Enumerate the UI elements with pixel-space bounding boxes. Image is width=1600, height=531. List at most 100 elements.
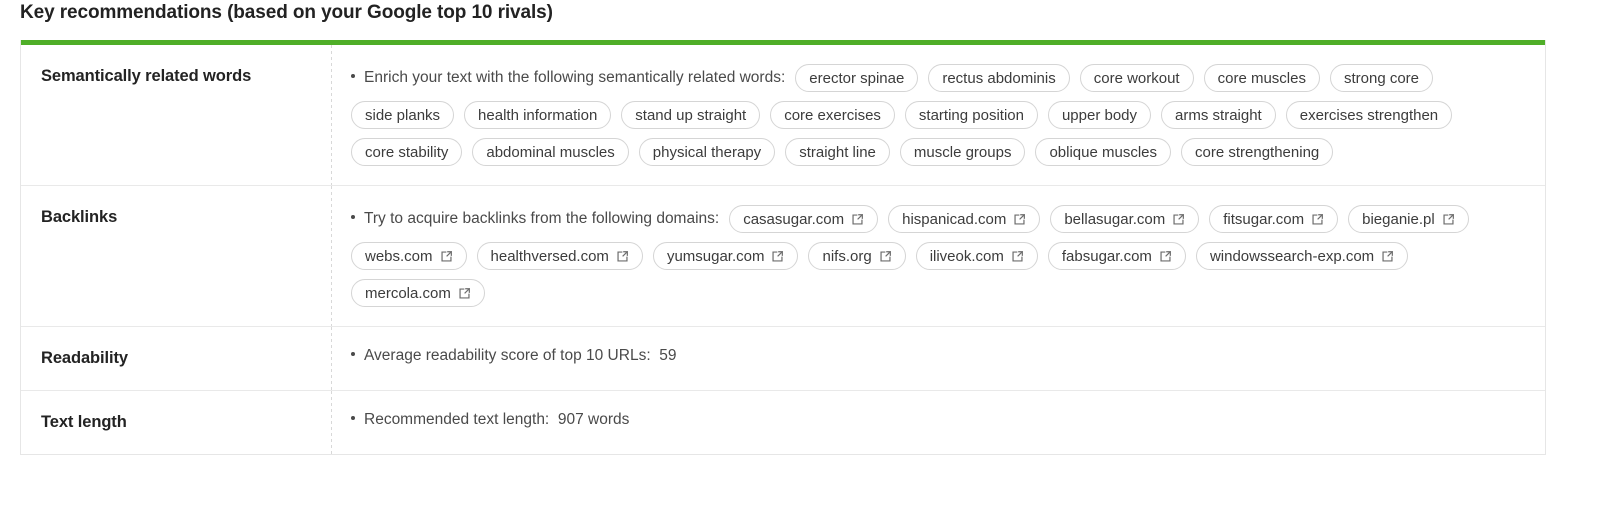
pill-label: nifs.org (822, 247, 872, 265)
domain-pill[interactable]: yumsugar.com (652, 242, 799, 270)
domain-pill[interactable]: mercola.com (351, 279, 485, 307)
row-content: Average readability score of top 10 URLs… (332, 327, 1545, 390)
row-label: Semantically related words (21, 45, 332, 185)
pill-label: healthversed.com (490, 247, 609, 265)
external-link-icon (616, 250, 629, 263)
table-row: Text length Recommended text length: 907 … (21, 391, 1545, 454)
recommendations-panel: Key recommendations (based on your Googl… (0, 0, 1600, 531)
pill-label: hispanicad.com (902, 210, 1007, 228)
keyword-pill[interactable]: core muscles (1203, 64, 1320, 92)
external-link-icon (1159, 250, 1172, 263)
pill-label: fitsugar.com (1223, 210, 1305, 228)
keyword-pill[interactable]: oblique muscles (1035, 138, 1172, 166)
keyword-pill[interactable]: core workout (1079, 64, 1194, 92)
keyword-pill[interactable]: erector spinae (795, 64, 919, 92)
domain-pill[interactable]: webs.com (351, 242, 467, 270)
keyword-pill[interactable]: side planks (351, 101, 455, 129)
domain-pill[interactable]: iliveok.com (915, 242, 1038, 270)
row-content: Recommended text length: 907 words (332, 391, 1545, 454)
external-link-icon (1381, 250, 1394, 263)
recommendation-label: Enrich your text with the following sema… (364, 68, 786, 86)
bullet-icon (351, 214, 355, 219)
keyword-pill[interactable]: stand up straight (621, 101, 761, 129)
pill-label: physical therapy (652, 143, 762, 161)
pill-label: core strengthening (1195, 143, 1320, 161)
pill-label: erector spinae (809, 69, 905, 87)
external-link-icon (771, 250, 784, 263)
keyword-pill[interactable]: strong core (1329, 64, 1434, 92)
pill-label: health information (478, 106, 598, 124)
keyword-pill[interactable]: core exercises (770, 101, 895, 129)
domain-pill[interactable]: hispanicad.com (888, 205, 1041, 233)
table-row: Backlinks Try to acquire backlinks from t… (21, 186, 1545, 327)
external-link-icon (1013, 213, 1026, 226)
domain-pill[interactable]: casasugar.com (729, 205, 879, 233)
pill-label: rectus abdominis (942, 69, 1056, 87)
page-title: Key recommendations (based on your Googl… (20, 2, 553, 23)
domain-pill[interactable]: windowssearch-exp.com (1195, 242, 1409, 270)
row-label: Text length (21, 391, 332, 454)
recommendation-label: Recommended text length: 907 words (364, 411, 630, 428)
pill-label: webs.com (365, 247, 433, 265)
pill-label: oblique muscles (1049, 143, 1158, 161)
keyword-pill[interactable]: arms straight (1161, 101, 1276, 129)
recommendation-text: Recommended text length: 907 words (351, 410, 629, 431)
pill-label: side planks (365, 106, 441, 124)
keyword-pill[interactable]: rectus abdominis (928, 64, 1070, 92)
pill-label: core workout (1093, 69, 1180, 87)
external-link-icon (879, 250, 892, 263)
pill-label: bieganie.pl (1362, 210, 1435, 228)
pill-label: muscle groups (913, 143, 1012, 161)
keyword-pill[interactable]: exercises strengthen (1285, 101, 1453, 129)
pill-label: windowssearch-exp.com (1209, 247, 1375, 265)
pill-label: strong core (1343, 69, 1420, 87)
recommendations-table: Semantically related words Enrich your te… (20, 40, 1546, 455)
pill-label: fabsugar.com (1061, 247, 1152, 265)
pill-label: starting position (918, 106, 1024, 124)
keyword-pill[interactable]: core strengthening (1181, 138, 1334, 166)
pill-label: yumsugar.com (666, 247, 765, 265)
external-link-icon (1442, 213, 1455, 226)
external-link-icon (440, 250, 453, 263)
domain-pill[interactable]: healthversed.com (476, 242, 643, 270)
pill-label: abdominal muscles (486, 143, 615, 161)
pill-label: stand up straight (635, 106, 747, 124)
keyword-pill[interactable]: upper body (1047, 101, 1152, 129)
bullet-icon (351, 73, 355, 78)
row-label: Readability (21, 327, 332, 390)
table-row: Readability Average readability score of … (21, 327, 1545, 391)
keyword-pill[interactable]: abdominal muscles (472, 138, 629, 166)
pill-label: mercola.com (365, 284, 451, 302)
domain-pill[interactable]: bieganie.pl (1348, 205, 1469, 233)
row-content: Enrich your text with the following sema… (332, 45, 1545, 185)
domain-pill[interactable]: fabsugar.com (1047, 242, 1186, 270)
pill-label: bellasugar.com (1064, 210, 1166, 228)
row-content: Try to acquire backlinks from the follow… (332, 186, 1545, 326)
keyword-pill[interactable]: starting position (904, 101, 1038, 129)
recommendation-label: Try to acquire backlinks from the follow… (364, 209, 720, 227)
external-link-icon (851, 213, 864, 226)
keyword-pill[interactable]: muscle groups (899, 138, 1026, 166)
table-row: Semantically related words Enrich your te… (21, 45, 1545, 186)
pill-label: core stability (365, 143, 449, 161)
pill-label: straight line (799, 143, 876, 161)
external-link-icon (1172, 213, 1185, 226)
pill-label: core exercises (784, 106, 881, 124)
domain-pill[interactable]: bellasugar.com (1050, 205, 1200, 233)
keyword-pill[interactable]: health information (464, 101, 612, 129)
recommendation-line: Enrich your text with the following sema… (351, 64, 1529, 166)
keyword-pill[interactable]: straight line (785, 138, 890, 166)
pill-label: upper body (1061, 106, 1138, 124)
pill-label: exercises strengthen (1299, 106, 1439, 124)
pill-label: casasugar.com (743, 210, 845, 228)
recommendation-text: Average readability score of top 10 URLs… (351, 346, 676, 367)
recommendation-label: Average readability score of top 10 URLs… (364, 347, 677, 364)
domain-pill[interactable]: fitsugar.com (1209, 205, 1339, 233)
domain-pill[interactable]: nifs.org (808, 242, 906, 270)
keyword-pill[interactable]: core stability (351, 138, 463, 166)
recommendation-line: Recommended text length: 907 words (351, 410, 1529, 431)
keyword-pill[interactable]: physical therapy (638, 138, 776, 166)
pill-label: iliveok.com (929, 247, 1004, 265)
external-link-icon (1311, 213, 1324, 226)
pill-label: core muscles (1217, 69, 1306, 87)
